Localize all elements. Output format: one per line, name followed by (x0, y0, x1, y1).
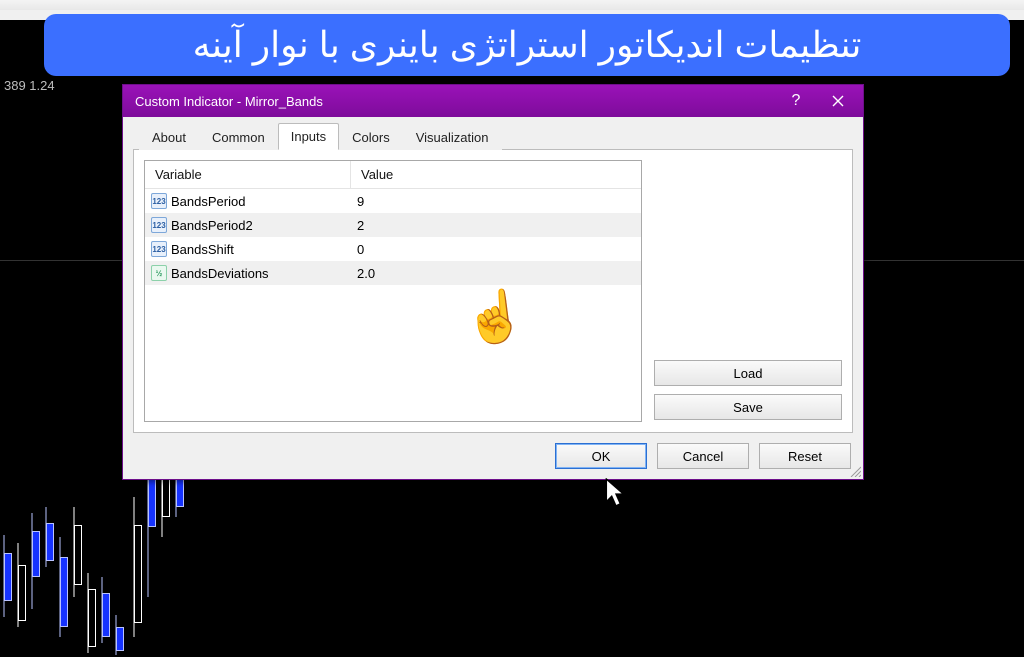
help-button[interactable]: ? (775, 87, 817, 115)
double-icon: ½ (151, 265, 167, 281)
tab-common[interactable]: Common (199, 124, 278, 150)
close-button[interactable] (817, 87, 859, 115)
variable-value[interactable]: 9 (351, 194, 641, 209)
tab-about[interactable]: About (139, 124, 199, 150)
dialog-titlebar[interactable]: Custom Indicator - Mirror_Bands ? (123, 85, 863, 117)
column-variable[interactable]: Variable (145, 161, 351, 188)
close-icon (832, 95, 844, 107)
table-row[interactable]: 123 BandsPeriod 9 (145, 189, 641, 213)
toolbar-strip-1 (0, 0, 1024, 10)
dialog-title: Custom Indicator - Mirror_Bands (135, 94, 775, 109)
overlay-banner: تنظیمات اندیکاتور استراتژی باینری با نوا… (44, 14, 1010, 76)
reset-button[interactable]: Reset (759, 443, 851, 469)
variable-value[interactable]: 2 (351, 218, 641, 233)
table-row[interactable]: 123 BandsShift 0 (145, 237, 641, 261)
load-button[interactable]: Load (654, 360, 842, 386)
inputs-table: Variable Value 123 BandsPeriod 9 123 Bands… (144, 160, 642, 422)
cancel-button[interactable]: Cancel (657, 443, 749, 469)
table-row[interactable]: ½ BandsDeviations 2.0 (145, 261, 641, 285)
custom-indicator-dialog: Custom Indicator - Mirror_Bands ? About … (122, 84, 864, 480)
ok-button[interactable]: OK (555, 443, 647, 469)
int-icon: 123 (151, 193, 167, 209)
variable-name: BandsPeriod2 (171, 218, 253, 233)
variable-name: BandsDeviations (171, 266, 269, 281)
dialog-tabs: About Common Inputs Colors Visualization (133, 123, 853, 150)
resize-grip[interactable] (849, 465, 861, 477)
variable-name: BandsShift (171, 242, 234, 257)
column-value[interactable]: Value (351, 161, 641, 188)
banner-text: تنظیمات اندیکاتور استراتژی باینری با نوا… (193, 24, 862, 66)
chart-status-label: 389 1.24 (0, 76, 59, 95)
inputs-panel: Variable Value 123 BandsPeriod 9 123 Bands… (133, 149, 853, 433)
tab-inputs[interactable]: Inputs (278, 123, 339, 150)
table-row[interactable]: 123 BandsPeriod2 2 (145, 213, 641, 237)
int-icon: 123 (151, 241, 167, 257)
tab-visualization[interactable]: Visualization (403, 124, 502, 150)
variable-value[interactable]: 2.0 (351, 266, 641, 281)
int-icon: 123 (151, 217, 167, 233)
save-button[interactable]: Save (654, 394, 842, 420)
tab-colors[interactable]: Colors (339, 124, 403, 150)
variable-value[interactable]: 0 (351, 242, 641, 257)
variable-name: BandsPeriod (171, 194, 245, 209)
